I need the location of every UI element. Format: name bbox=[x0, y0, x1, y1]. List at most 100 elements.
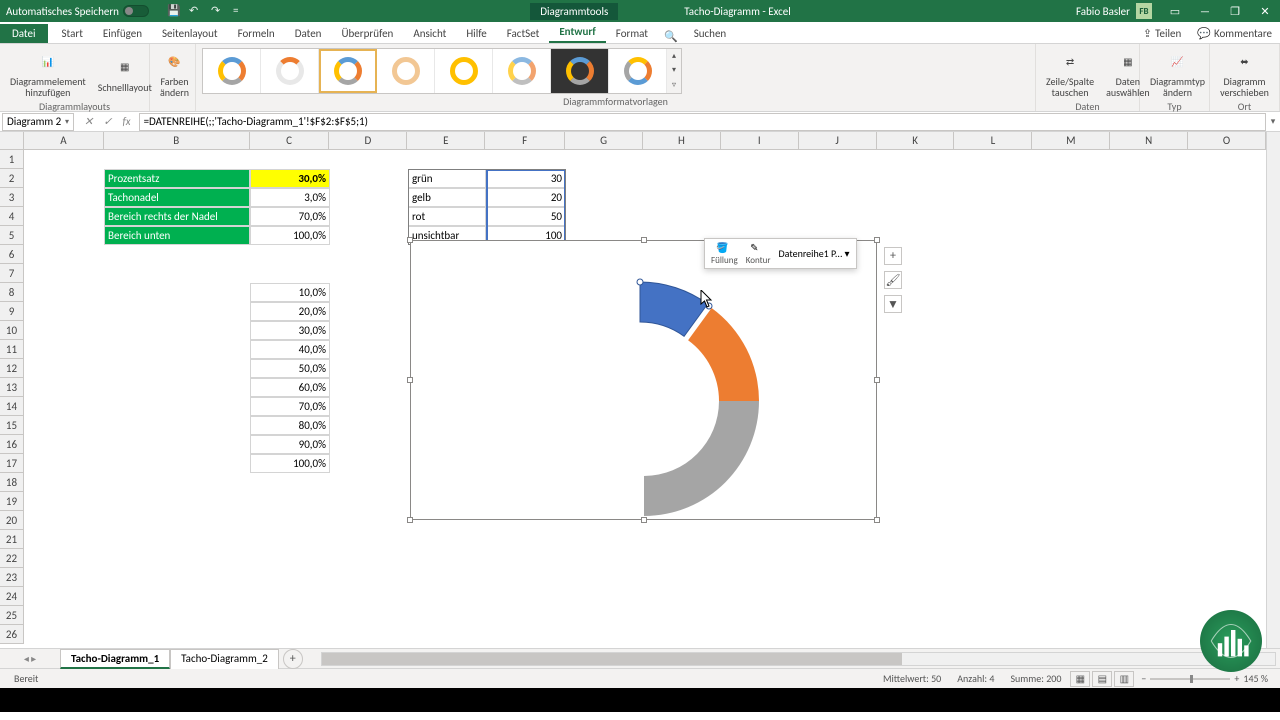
tab-entwurf[interactable]: Entwurf bbox=[549, 22, 605, 43]
accept-formula-icon[interactable]: ✓ bbox=[99, 115, 116, 128]
tab-ansicht[interactable]: Ansicht bbox=[403, 24, 456, 43]
outline-button[interactable]: ✎ Kontur bbox=[742, 241, 775, 266]
fx-icon[interactable]: fx bbox=[118, 115, 134, 128]
cell-C15[interactable]: 80,0% bbox=[250, 416, 330, 435]
change-colors-button[interactable]: 🎨Farben ändern bbox=[156, 46, 193, 100]
search-box[interactable]: Suchen bbox=[684, 24, 737, 43]
move-chart-button[interactable]: ⬌Diagramm verschieben bbox=[1216, 46, 1273, 100]
col-header-D[interactable]: D bbox=[329, 132, 407, 149]
col-header-L[interactable]: L bbox=[954, 132, 1032, 149]
zoom-level[interactable]: 145 % bbox=[1243, 672, 1268, 685]
row-header-10[interactable]: 10 bbox=[0, 321, 23, 340]
minimize-icon[interactable]: — bbox=[1190, 0, 1220, 22]
context-tab-charttools[interactable]: Diagrammtools bbox=[530, 3, 618, 20]
col-header-A[interactable]: A bbox=[24, 132, 104, 149]
chart-style-2[interactable] bbox=[261, 49, 319, 93]
doughnut-chart[interactable] bbox=[411, 241, 878, 521]
view-normal-button[interactable]: ▦ bbox=[1070, 671, 1090, 687]
row-header-21[interactable]: 21 bbox=[0, 530, 23, 549]
cell-C8[interactable]: 10,0% bbox=[250, 283, 330, 302]
chart-object[interactable]: + 🖌 ▼ bbox=[410, 240, 877, 520]
zoom-in-button[interactable]: + bbox=[1234, 672, 1239, 685]
col-header-E[interactable]: E bbox=[407, 132, 485, 149]
col-header-M[interactable]: M bbox=[1032, 132, 1110, 149]
sheet-tab-0[interactable]: Tacho-Diagramm_1 bbox=[60, 649, 170, 669]
row-header-20[interactable]: 20 bbox=[0, 511, 23, 530]
chart-filters-button[interactable]: ▼ bbox=[884, 295, 902, 313]
cell-C4[interactable]: 70,0% bbox=[250, 207, 330, 226]
row-header-1[interactable]: 1 bbox=[0, 150, 23, 169]
horizontal-scrollbar[interactable] bbox=[321, 652, 1276, 666]
row-header-18[interactable]: 18 bbox=[0, 473, 23, 492]
user-account[interactable]: Fabio Basler FB bbox=[1068, 3, 1160, 19]
chart-handle[interactable] bbox=[874, 237, 880, 243]
ribbon-display-icon[interactable]: ▭ bbox=[1160, 0, 1190, 22]
col-header-G[interactable]: G bbox=[565, 132, 643, 149]
row-header-6[interactable]: 6 bbox=[0, 245, 23, 264]
equals-icon[interactable]: = bbox=[233, 4, 247, 18]
row-header-11[interactable]: 11 bbox=[0, 340, 23, 359]
tab-seitenlayout[interactable]: Seitenlayout bbox=[152, 24, 228, 43]
row-header-14[interactable]: 14 bbox=[0, 397, 23, 416]
tab-daten[interactable]: Daten bbox=[285, 24, 332, 43]
row-header-13[interactable]: 13 bbox=[0, 378, 23, 397]
vertical-scrollbar[interactable] bbox=[1266, 132, 1280, 648]
cell-C10[interactable]: 30,0% bbox=[250, 321, 330, 340]
tab-file[interactable]: Datei bbox=[0, 24, 48, 43]
tab-format[interactable]: Format bbox=[606, 24, 658, 43]
row-header-8[interactable]: 8 bbox=[0, 283, 23, 302]
cell-F3[interactable]: 20 bbox=[486, 188, 566, 207]
switch-row-col-button[interactable]: ⇄Zeile/Spalte tauschen bbox=[1042, 46, 1098, 100]
add-chart-element-button[interactable]: 📊Diagrammelement hinzufügen bbox=[6, 46, 90, 100]
chart-handle[interactable] bbox=[874, 517, 880, 523]
col-header-O[interactable]: O bbox=[1188, 132, 1266, 149]
tab-einfügen[interactable]: Einfügen bbox=[93, 24, 152, 43]
cell-C11[interactable]: 40,0% bbox=[250, 340, 330, 359]
cell-B5[interactable]: Bereich unten bbox=[104, 226, 250, 245]
select-all-cell[interactable] bbox=[0, 132, 24, 149]
chart-styles-button[interactable]: 🖌 bbox=[884, 271, 902, 289]
view-page-break-button[interactable]: ▥ bbox=[1114, 671, 1134, 687]
cell-E4[interactable]: rot bbox=[408, 207, 486, 226]
sheet-nav-buttons[interactable]: ◂ ▸ bbox=[0, 652, 60, 665]
row-header-15[interactable]: 15 bbox=[0, 416, 23, 435]
row-header-19[interactable]: 19 bbox=[0, 492, 23, 511]
chart-style-5[interactable] bbox=[435, 49, 493, 93]
chart-style-6[interactable] bbox=[493, 49, 551, 93]
chart-style-1[interactable] bbox=[203, 49, 261, 93]
mini-toolbar[interactable]: 🪣 Füllung ✎ Kontur Datenreihe1 P...▾ bbox=[704, 238, 857, 269]
comments-button[interactable]: 💬Kommentare bbox=[1189, 24, 1280, 43]
sheet-tab-1[interactable]: Tacho-Diagramm_2 bbox=[170, 649, 279, 669]
zoom-out-button[interactable]: − bbox=[1141, 672, 1146, 685]
redo-icon[interactable]: ↷ bbox=[211, 4, 225, 18]
row-header-5[interactable]: 5 bbox=[0, 226, 23, 245]
chart-slice-gray[interactable] bbox=[644, 401, 759, 516]
chart-styles-gallery[interactable]: ▴▾▿ bbox=[202, 48, 682, 94]
add-sheet-button[interactable]: + bbox=[283, 649, 303, 669]
col-header-F[interactable]: F bbox=[485, 132, 565, 149]
row-header-16[interactable]: 16 bbox=[0, 435, 23, 454]
cell-C14[interactable]: 70,0% bbox=[250, 397, 330, 416]
cell-C2[interactable]: 30,0% bbox=[250, 169, 330, 188]
chart-slice-orange[interactable] bbox=[688, 308, 759, 401]
chart-handle[interactable] bbox=[407, 237, 413, 243]
close-icon[interactable]: ✕ bbox=[1250, 0, 1280, 22]
cell-B4[interactable]: Bereich rechts der Nadel bbox=[104, 207, 250, 226]
row-header-22[interactable]: 22 bbox=[0, 549, 23, 568]
expand-formula-icon[interactable]: ▾ bbox=[1266, 116, 1280, 127]
undo-icon[interactable]: ↶ bbox=[189, 4, 203, 18]
row-header-9[interactable]: 9 bbox=[0, 302, 23, 321]
cell-E2[interactable]: grün bbox=[408, 169, 486, 188]
share-button[interactable]: ⇪Teilen bbox=[1135, 24, 1189, 43]
cell-E3[interactable]: gelb bbox=[408, 188, 486, 207]
chart-style-4[interactable] bbox=[377, 49, 435, 93]
row-header-3[interactable]: 3 bbox=[0, 188, 23, 207]
chart-style-7[interactable] bbox=[551, 49, 609, 93]
autosave-toggle[interactable]: Automatisches Speichern bbox=[0, 5, 155, 18]
chart-handle[interactable] bbox=[407, 517, 413, 523]
cell-F2[interactable]: 30 bbox=[486, 169, 566, 188]
cell-C17[interactable]: 100,0% bbox=[250, 454, 330, 473]
col-header-H[interactable]: H bbox=[643, 132, 721, 149]
row-header-12[interactable]: 12 bbox=[0, 359, 23, 378]
save-icon[interactable]: 💾 bbox=[167, 4, 181, 18]
